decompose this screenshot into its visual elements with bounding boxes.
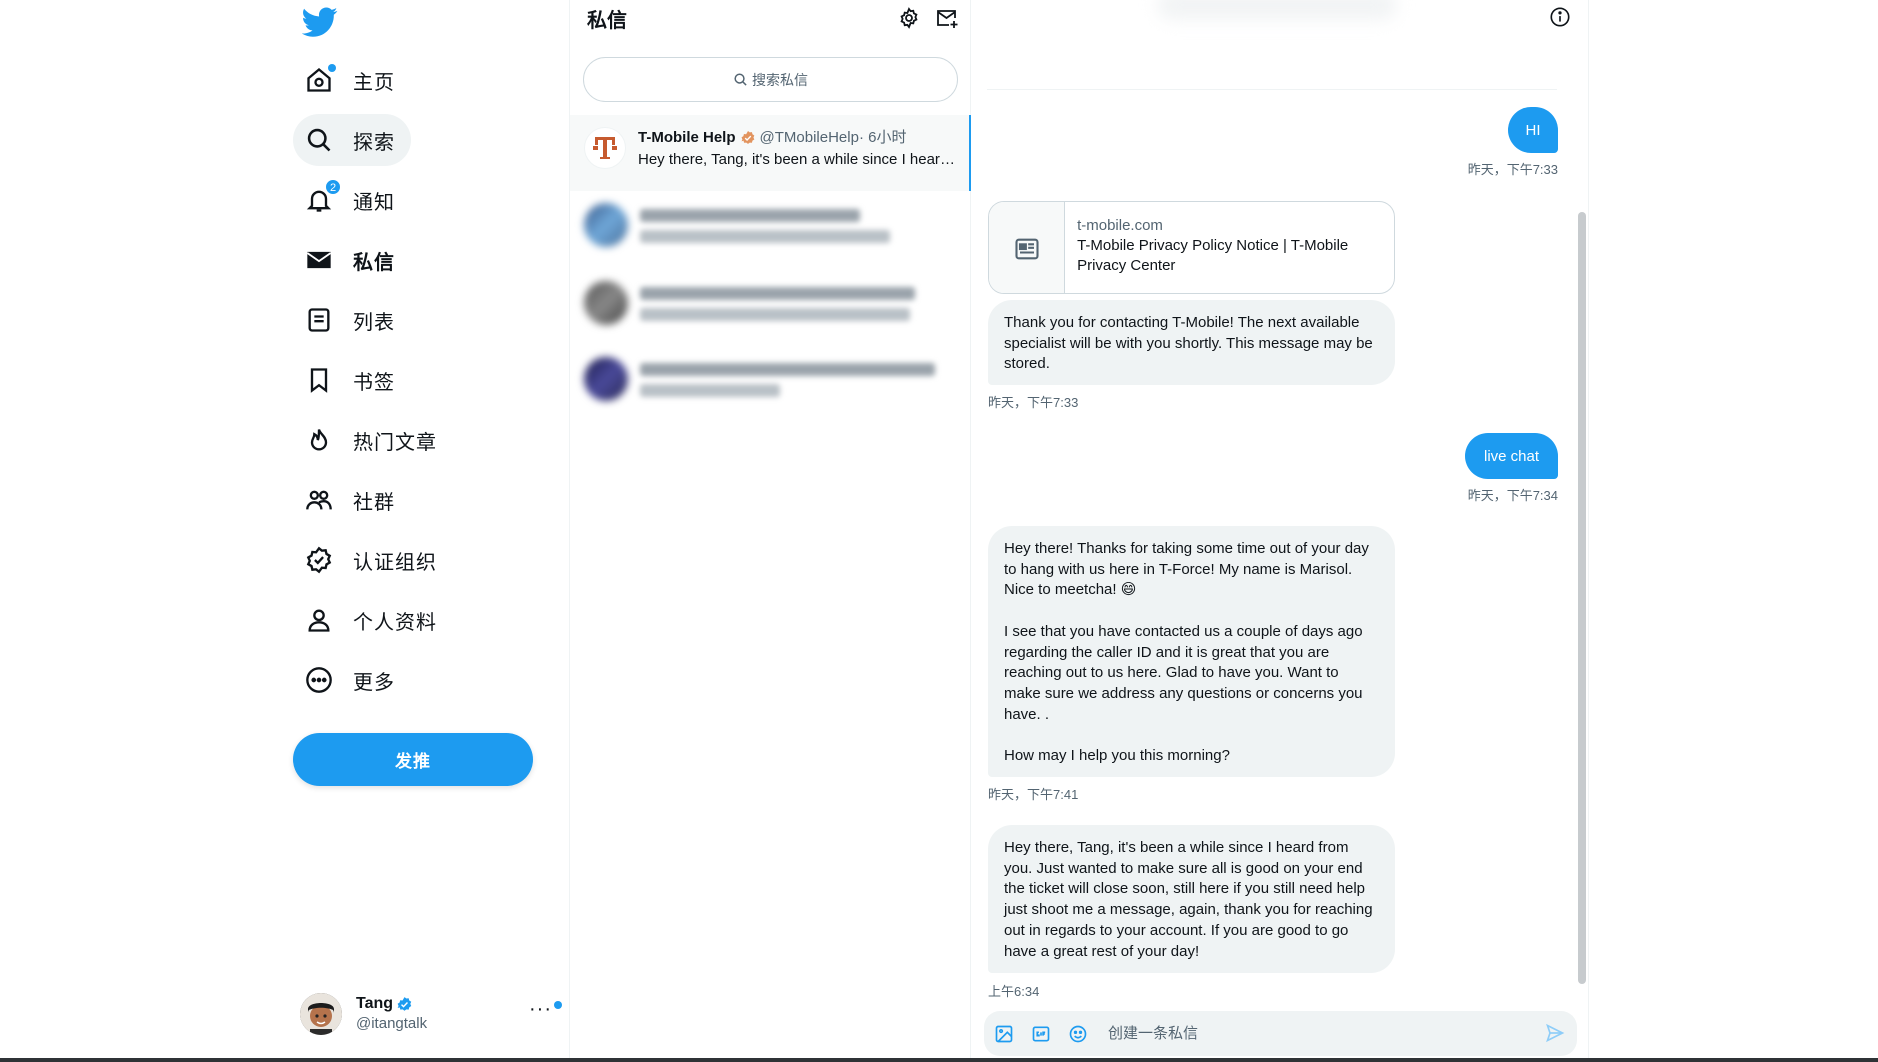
nav-item-bookmarks[interactable]: 书签 [293, 354, 411, 406]
account-name: Tang [356, 995, 394, 1012]
avatar [300, 993, 342, 1035]
nav-item-verified-orgs[interactable]: 认证组织 [293, 534, 453, 586]
message-input[interactable] [1108, 1025, 1508, 1042]
sent-message-bubble[interactable]: HI [1508, 107, 1558, 153]
link-title: T-Mobile Privacy Policy Notice | T-Mobil… [1077, 237, 1349, 274]
search-icon [734, 73, 747, 86]
message-timestamp: 昨天，下午7:34 [1467, 488, 1558, 503]
link-domain: t-mobile.com [1077, 217, 1163, 234]
avatar [584, 281, 628, 325]
nav-item-profile[interactable]: 个人资料 [293, 594, 453, 646]
nav-item-communities[interactable]: 社群 [293, 474, 411, 526]
conversation-time: · 6小时 [858, 129, 907, 146]
search-placeholder: 搜索私信 [752, 71, 808, 88]
twitter-logo-icon[interactable] [301, 4, 338, 40]
conversation-list-panel: 私信 搜索私信 T-Mobile Help @TMobileHelp · 6小时… [569, 0, 971, 1062]
nav-item-home[interactable]: 主页 [293, 54, 411, 106]
primary-nav: 主页 探索 2 通知 私信 列表 书签 热门文章 社群 认证组织 个人资料 更多… [0, 0, 570, 1062]
message-timestamp: 昨天，下午7:33 [988, 395, 1079, 410]
conversation-preview: Hey there, Tang, it's been a while since… [638, 151, 958, 168]
conversation-item-blurred[interactable] [584, 357, 944, 405]
page-title: 私信 [587, 10, 627, 32]
unread-dot [553, 1001, 562, 1009]
home-icon [305, 64, 336, 94]
message-timestamp: 昨天，下午7:33 [1467, 162, 1558, 177]
scrollbar[interactable] [1578, 212, 1586, 984]
blurred-text [640, 209, 860, 222]
conversation-name: T-Mobile Help [638, 129, 736, 146]
nav-item-label: 探索 [353, 131, 395, 154]
image-icon[interactable] [994, 1024, 1014, 1044]
nav-item-messages[interactable]: 私信 [293, 234, 411, 286]
t-mobile-logo-avatar [584, 127, 626, 169]
nav-item-label: 更多 [353, 671, 395, 694]
article-icon [989, 202, 1066, 293]
received-message-bubble[interactable]: Thank you for contacting T-Mobile! The n… [988, 300, 1395, 385]
nav-item-label: 认证组织 [353, 551, 437, 574]
notification-count-badge: 2 [325, 179, 341, 195]
tweet-button[interactable]: 发推 [293, 733, 533, 786]
message-composer [984, 1011, 1577, 1056]
account-switcher[interactable]: Tang @itangtalk ··· [300, 986, 562, 1042]
nav-item-more[interactable]: 更多 [293, 654, 411, 706]
conversation-item-blurred[interactable] [584, 281, 944, 329]
window-bottom-edge [0, 1058, 1878, 1062]
nav-item-label: 通知 [353, 191, 395, 214]
info-icon[interactable] [1549, 6, 1571, 28]
bookmark-icon [305, 366, 333, 394]
list-icon [305, 306, 333, 334]
person-icon [305, 606, 333, 634]
nav-item-label: 列表 [353, 311, 395, 334]
nav-item-label: 主页 [353, 71, 395, 94]
nav-item-label: 书签 [353, 371, 395, 394]
emoji-icon[interactable] [1068, 1024, 1088, 1044]
message-timestamp: 上午6:34 [988, 984, 1040, 999]
conversation-item-active[interactable]: T-Mobile Help @TMobileHelp · 6小时 Hey the… [570, 115, 971, 191]
unread-dot [328, 64, 336, 72]
gif-icon[interactable] [1031, 1024, 1051, 1044]
blurred-text [640, 287, 915, 300]
nav-item-label: 社群 [353, 491, 395, 514]
conversation-handle: @TMobileHelp [759, 129, 859, 146]
mail-icon [305, 246, 333, 274]
blurred-header [1157, 0, 1397, 20]
message-timestamp: 昨天，下午7:41 [988, 787, 1079, 802]
nav-item-lists[interactable]: 列表 [293, 294, 411, 346]
bell-icon: 2 [305, 179, 341, 214]
nav-item-notifications[interactable]: 2 通知 [293, 174, 411, 226]
conversation-panel: HI 昨天，下午7:33 t-mobile.com T-Mobile Priva… [971, 0, 1589, 1062]
gear-icon[interactable] [897, 6, 921, 30]
flame-icon [305, 426, 333, 454]
communities-icon [305, 486, 333, 514]
nav-item-top-articles[interactable]: 热门文章 [293, 414, 453, 466]
blurred-text [640, 363, 935, 376]
search-input[interactable]: 搜索私信 [583, 57, 958, 102]
nav-item-label: 热门文章 [353, 431, 437, 454]
verified-org-icon [305, 546, 333, 574]
send-icon[interactable] [1545, 1023, 1565, 1043]
gold-verified-badge-icon [741, 131, 754, 144]
link-preview-card[interactable]: t-mobile.com T-Mobile Privacy Policy Not… [988, 201, 1395, 294]
conversation-item-blurred[interactable] [584, 203, 944, 251]
avatar [584, 357, 628, 401]
received-message-bubble[interactable]: Hey there! Thanks for taking some time o… [988, 526, 1395, 777]
received-message-bubble[interactable]: Hey there, Tang, it's been a while since… [988, 825, 1395, 973]
verified-badge-icon [397, 996, 412, 1011]
sent-message-bubble[interactable]: live chat [1465, 433, 1558, 479]
nav-item-label: 个人资料 [353, 611, 437, 634]
search-icon [305, 126, 333, 154]
new-message-icon[interactable] [935, 6, 959, 30]
more-circle-icon [305, 666, 333, 694]
avatar [584, 203, 628, 247]
account-handle: @itangtalk [356, 1015, 428, 1032]
nav-item-label: 私信 [353, 251, 395, 274]
blurred-text [640, 308, 910, 321]
blurred-text [640, 230, 890, 243]
nav-item-explore[interactable]: 探索 [293, 114, 411, 166]
account-more-icon[interactable]: ··· [529, 998, 562, 1021]
blurred-text [640, 384, 780, 397]
conversation-header [987, 0, 1557, 90]
